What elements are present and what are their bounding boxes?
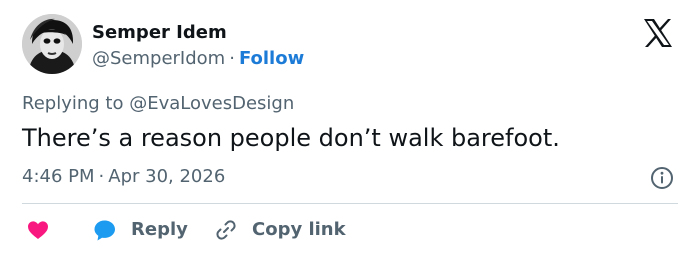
reply-button[interactable]: Reply xyxy=(93,216,188,244)
tweet-time: 4:46 PM xyxy=(22,166,95,187)
follow-button[interactable]: Follow xyxy=(239,48,304,69)
avatar-image xyxy=(22,14,82,74)
avatar[interactable] xyxy=(22,14,82,74)
speech-bubble-icon xyxy=(94,220,115,241)
tweet-card: Semper Idem @SemperIdom · Follow Replying … xyxy=(0,0,700,256)
x-logo-icon[interactable] xyxy=(641,16,675,50)
timestamp-separator: · xyxy=(98,166,105,187)
replying-to-prefix: Replying to xyxy=(22,93,130,114)
replying-to: Replying to @EvaLovesDesign xyxy=(22,93,294,115)
meta-separator: · xyxy=(229,48,235,69)
author-handle[interactable]: @SemperIdom xyxy=(92,48,225,69)
heart-icon xyxy=(28,221,48,239)
like-button[interactable] xyxy=(26,216,50,244)
tweet-timestamp[interactable]: 4:46 PM · Apr 30, 2026 xyxy=(22,166,225,188)
author-name[interactable]: Semper Idem xyxy=(92,22,227,44)
copy-link-label: Copy link xyxy=(252,219,346,240)
tweet-date: Apr 30, 2026 xyxy=(108,166,226,187)
link-icon xyxy=(216,220,236,240)
reply-label: Reply xyxy=(131,219,188,240)
info-icon[interactable] xyxy=(650,166,674,190)
replying-to-handle[interactable]: @EvaLovesDesign xyxy=(129,93,294,114)
copy-link-button[interactable]: Copy link xyxy=(214,216,346,244)
author-meta: @SemperIdom · Follow xyxy=(92,48,304,70)
tweet-text: There’s a reason people don’t walk baref… xyxy=(22,124,560,152)
divider xyxy=(22,203,678,204)
